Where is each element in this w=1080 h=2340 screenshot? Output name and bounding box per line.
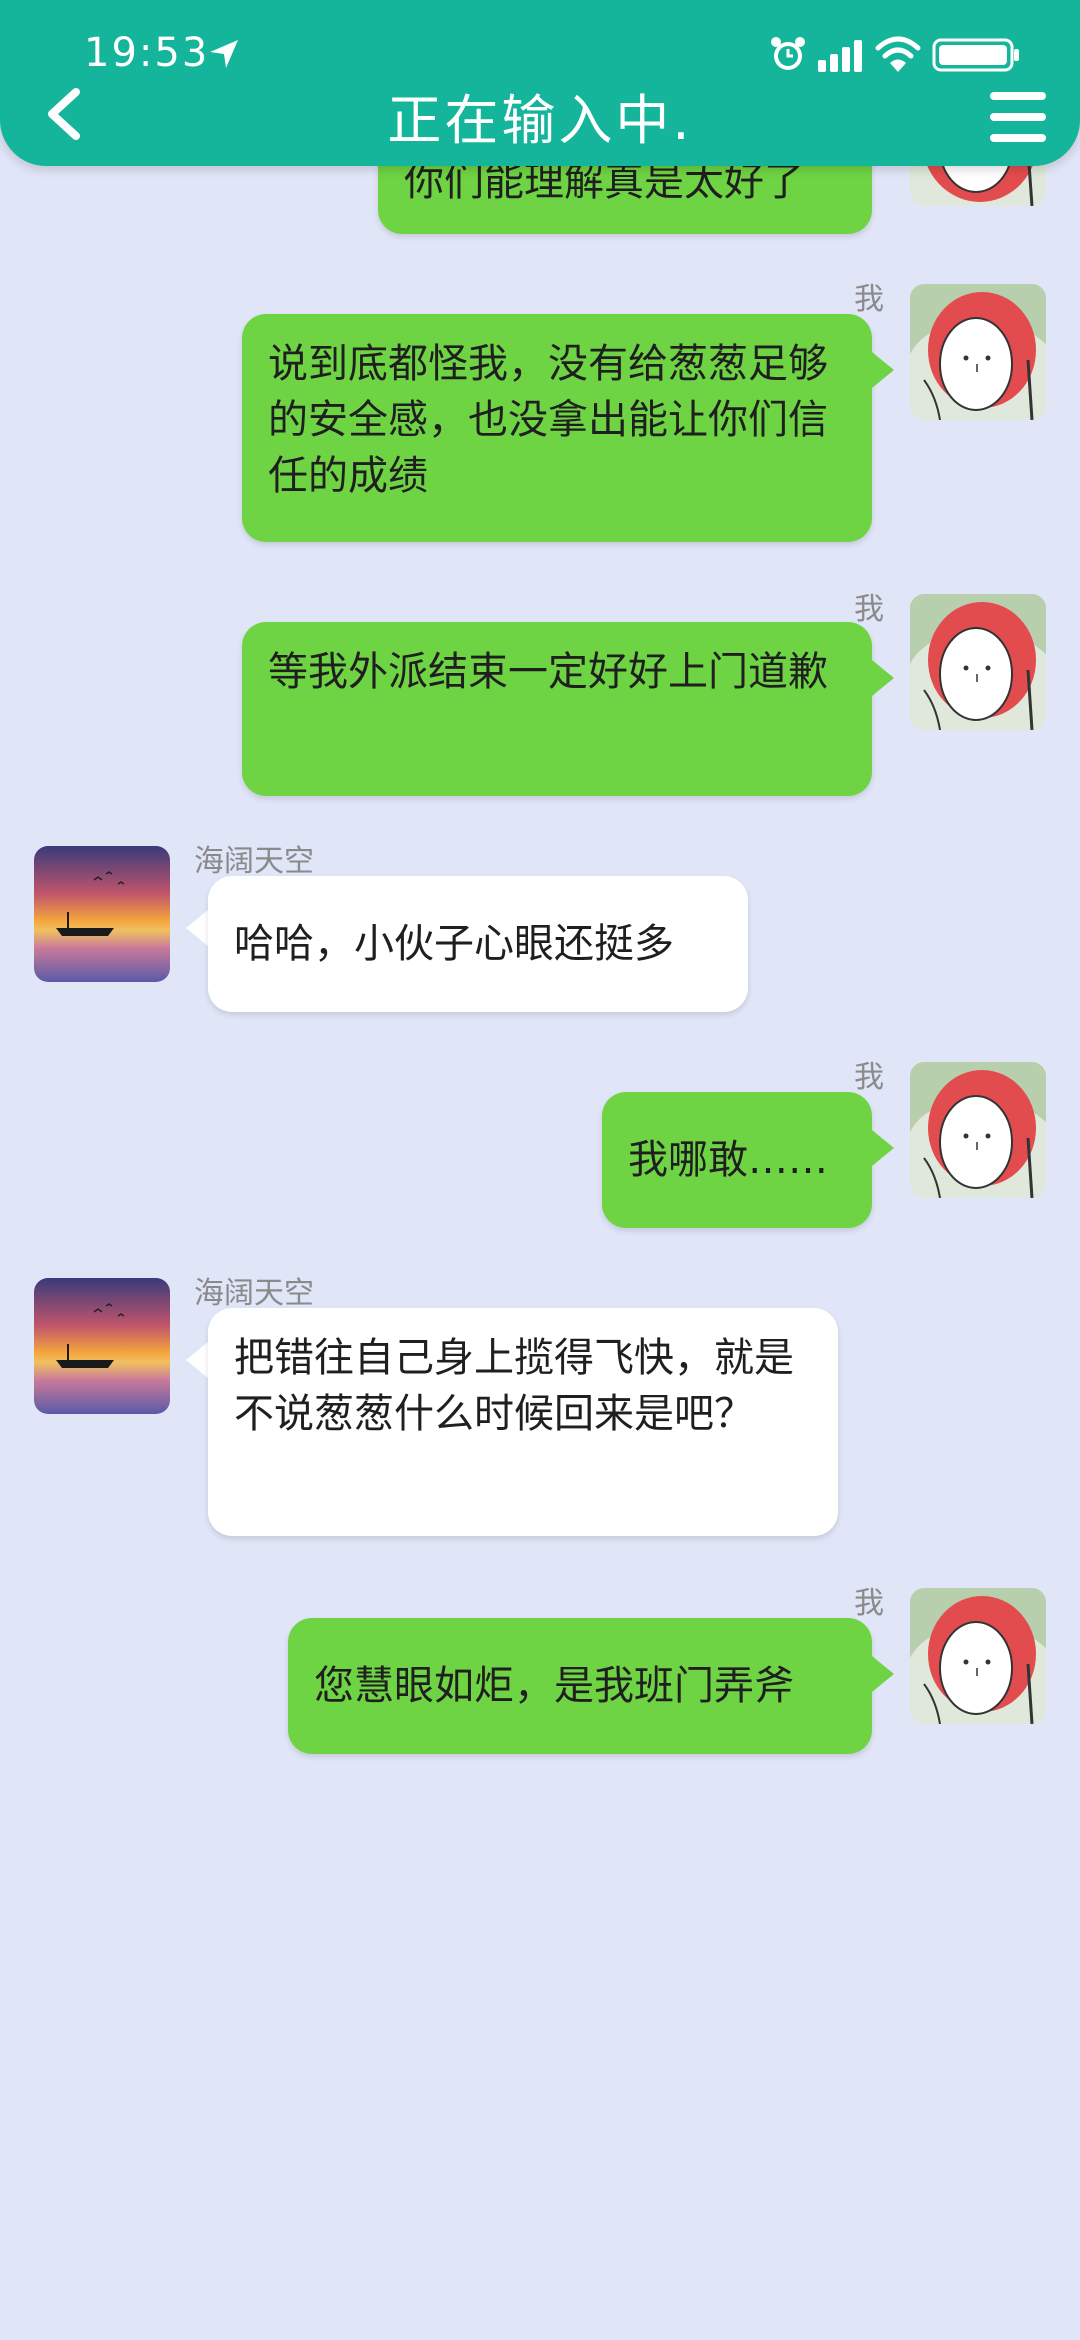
contact-avatar[interactable] <box>34 1278 170 1414</box>
self-avatar[interactable] <box>910 1062 1046 1198</box>
self-avatar[interactable] <box>910 1588 1046 1724</box>
bubble-tail <box>186 1342 208 1378</box>
message-text: 说到底都怪我，没有给葱葱足够的安全感，也没拿出能让你们信任的成绩 <box>268 341 828 499</box>
bubble-tail <box>872 1656 894 1692</box>
sender-name: 海阔天空 <box>194 844 314 879</box>
location-arrow-icon <box>210 40 238 68</box>
message-text: 您慧眼如炬，是我班门弄斧 <box>314 1663 794 1709</box>
message-bubble-other[interactable]: 把错往自己身上揽得飞快，就是不说葱葱什么时候回来是吧？ <box>208 1308 838 1536</box>
message-bubble-self[interactable]: 您慧眼如炬，是我班门弄斧 <box>288 1618 872 1754</box>
message-bubble-self[interactable]: 等我外派结束一定好好上门道歉 <box>242 622 872 796</box>
contact-avatar[interactable] <box>34 846 170 982</box>
message-text: 把错往自己身上揽得飞快，就是不说葱葱什么时候回来是吧？ <box>234 1335 794 1437</box>
message-bubble-self[interactable]: 说到底都怪我，没有给葱葱足够的安全感，也没拿出能让你们信任的成绩 <box>242 314 872 542</box>
self-avatar[interactable] <box>910 284 1046 420</box>
page-title: 正在输入中. <box>387 89 693 152</box>
wifi-icon <box>875 36 921 72</box>
chat-area[interactable]: 你们能理解真是太好了 我 说到底都怪我，没有给葱葱足够的安全感，也没拿出能让你们… <box>0 0 1080 2340</box>
message-bubble-self[interactable]: 我哪敢…… <box>602 1092 872 1228</box>
message-bubble-other[interactable]: 哈哈，小伙子心眼还挺多 <box>208 876 748 1012</box>
sender-name: 我 <box>854 282 884 317</box>
chat-header: 19:53 正在输入中. <box>0 0 1080 166</box>
sender-name: 我 <box>854 1060 884 1095</box>
sender-name: 海阔天空 <box>194 1276 314 1311</box>
bubble-tail <box>872 1130 894 1166</box>
sender-name: 我 <box>854 592 884 627</box>
self-avatar[interactable] <box>910 594 1046 730</box>
menu-icon[interactable] <box>988 90 1048 144</box>
bubble-tail <box>872 352 894 388</box>
cellular-signal-icon <box>818 40 862 72</box>
alarm-clock-icon <box>771 37 805 70</box>
message-text: 哈哈，小伙子心眼还挺多 <box>234 921 674 967</box>
sender-name: 我 <box>854 1586 884 1621</box>
message-text: 我哪敢…… <box>628 1137 828 1183</box>
battery-icon <box>932 38 1019 72</box>
bubble-tail <box>872 660 894 696</box>
bubble-tail <box>186 910 208 946</box>
status-time: 19:53 <box>84 30 210 76</box>
message-text: 等我外派结束一定好好上门道歉 <box>268 649 828 695</box>
